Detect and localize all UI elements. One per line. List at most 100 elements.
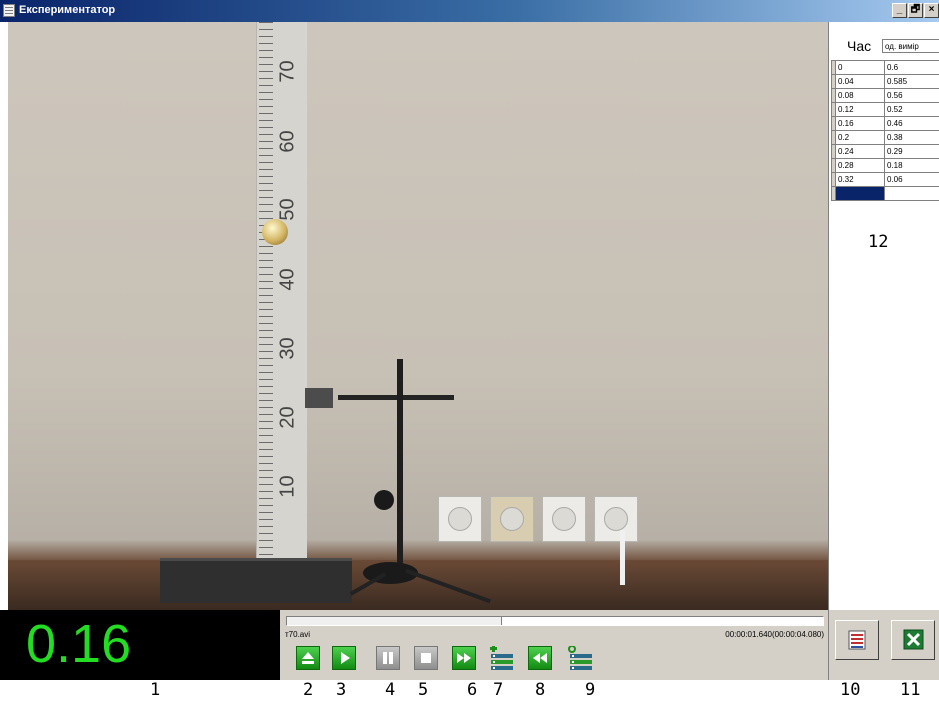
table-surface	[8, 560, 828, 610]
wall-outlet	[542, 496, 586, 542]
table-row[interactable]: 0.24 0.29	[831, 144, 939, 159]
play-icon	[341, 652, 350, 664]
stop-button[interactable]	[414, 646, 438, 670]
caption-1: 1	[150, 680, 161, 700]
time-cell[interactable]: 0.2	[835, 130, 885, 145]
table-row[interactable]: 0.16 0.46	[831, 116, 939, 131]
caption-6: 6	[467, 680, 478, 700]
value-cell[interactable]: 0.6	[884, 60, 939, 75]
add-measurement-button[interactable]	[489, 646, 513, 670]
table-row[interactable]: 0.04 0.585	[831, 74, 939, 89]
value-cell[interactable]: 0.52	[884, 102, 939, 117]
pause-button[interactable]	[376, 646, 400, 670]
wall-outlet	[438, 496, 482, 542]
time-cell[interactable]: 0	[835, 60, 885, 75]
close-button[interactable]: ×	[924, 3, 939, 18]
caption-12: 12	[868, 232, 889, 252]
caption-11: 11	[900, 680, 921, 700]
excel-icon	[903, 629, 924, 650]
power-cable	[620, 530, 625, 585]
side-button-panel	[828, 610, 939, 680]
step-back-button[interactable]	[528, 646, 552, 670]
time-cell[interactable]	[835, 186, 885, 201]
video-frame[interactable]: 70 60 50 40 30 20 10	[8, 22, 828, 610]
time-cell[interactable]: 0.04	[835, 74, 885, 89]
stand-knob	[374, 490, 394, 510]
stop-icon	[421, 653, 431, 663]
ruler-label: 30	[276, 337, 299, 360]
table-row[interactable]: 0.32 0.06	[831, 172, 939, 187]
table-row[interactable]: 0.08 0.56	[831, 88, 939, 103]
time-cell[interactable]: 0.16	[835, 116, 885, 131]
restore-button[interactable]: 🗗	[908, 3, 923, 18]
fast-forward-icon	[457, 653, 471, 663]
time-readout: 00:00:01.640(00:00:04.080)	[725, 630, 824, 639]
window-controls: _ 🗗 ×	[892, 3, 939, 18]
stand-arm	[338, 395, 454, 400]
ruler-label: 70	[276, 60, 299, 83]
base-block	[160, 558, 352, 603]
time-cell[interactable]: 0.08	[835, 88, 885, 103]
position-slider[interactable]	[286, 616, 824, 626]
time-cell[interactable]: 0.12	[835, 102, 885, 117]
ruler-label: 20	[276, 406, 299, 429]
caption-2: 2	[303, 680, 314, 700]
player-panel: т70.avi 00:00:01.640(00:00:04.080)	[280, 610, 828, 680]
wall-outlet	[594, 496, 638, 542]
value-cell[interactable]: 0.38	[884, 130, 939, 145]
table-row[interactable]: 0 0.6	[831, 60, 939, 75]
caption-8: 8	[535, 680, 546, 700]
value-cell[interactable]	[884, 186, 939, 201]
reset-measurement-button[interactable]	[568, 646, 592, 670]
caption-9: 9	[585, 680, 596, 700]
ruler: 70 60 50 40 30 20 10	[256, 22, 307, 567]
eject-icon	[302, 652, 314, 664]
caption-4: 4	[385, 680, 396, 700]
unit-input[interactable]: од. вимір	[882, 39, 939, 53]
measurement-table: 0 0.6 0.04 0.585 0.08 0.56 0.12 0.52 0.16 0.46 0.2…	[831, 60, 939, 201]
window-title: Експериментатор	[19, 4, 116, 16]
value-display: 0.16	[0, 610, 280, 680]
rewind-icon	[533, 653, 547, 663]
time-cell[interactable]: 0.32	[835, 172, 885, 187]
ruler-label: 40	[276, 268, 299, 291]
caption-7: 7	[493, 680, 504, 700]
ruler-label: 10	[276, 475, 299, 498]
value-cell[interactable]: 0.46	[884, 116, 939, 131]
pause-icon	[383, 652, 393, 664]
table-icon	[848, 630, 866, 650]
time-column-header: Час	[847, 38, 872, 54]
value-cell[interactable]: 0.585	[884, 74, 939, 89]
caption-10: 10	[840, 680, 861, 700]
current-value: 0.16	[26, 614, 132, 674]
stand-rod	[397, 359, 403, 569]
title-bar: Експериментатор _ 🗗 ×	[0, 0, 939, 22]
value-cell[interactable]: 0.29	[884, 144, 939, 159]
value-cell[interactable]: 0.56	[884, 88, 939, 103]
time-cell[interactable]: 0.24	[835, 144, 885, 159]
step-forward-button[interactable]	[452, 646, 476, 670]
app-icon	[3, 4, 15, 17]
file-name: т70.avi	[285, 630, 311, 639]
clamp	[305, 388, 333, 408]
time-cell[interactable]: 0.28	[835, 158, 885, 173]
falling-ball	[262, 219, 288, 245]
value-cell[interactable]: 0.06	[884, 172, 939, 187]
eject-button[interactable]	[296, 646, 320, 670]
list-add-icon	[490, 646, 513, 670]
table-row[interactable]: 0.12 0.52	[831, 102, 939, 117]
table-row[interactable]	[831, 186, 939, 201]
slider-fill	[287, 617, 503, 625]
ruler-ticks	[259, 22, 273, 567]
table-row[interactable]: 0.28 0.18	[831, 158, 939, 173]
table-settings-button[interactable]	[835, 620, 879, 660]
value-cell[interactable]: 0.18	[884, 158, 939, 173]
play-button[interactable]	[332, 646, 356, 670]
export-excel-button[interactable]	[891, 620, 935, 660]
table-row[interactable]: 0.2 0.38	[831, 130, 939, 145]
wall-switch	[490, 496, 534, 542]
ruler-label: 60	[276, 130, 299, 153]
measurement-panel: Час од. вимір 0 0.6 0.04 0.585 0.08 0.56 0.12 0…	[828, 22, 939, 610]
caption-3: 3	[336, 680, 347, 700]
minimize-button[interactable]: _	[892, 3, 907, 18]
